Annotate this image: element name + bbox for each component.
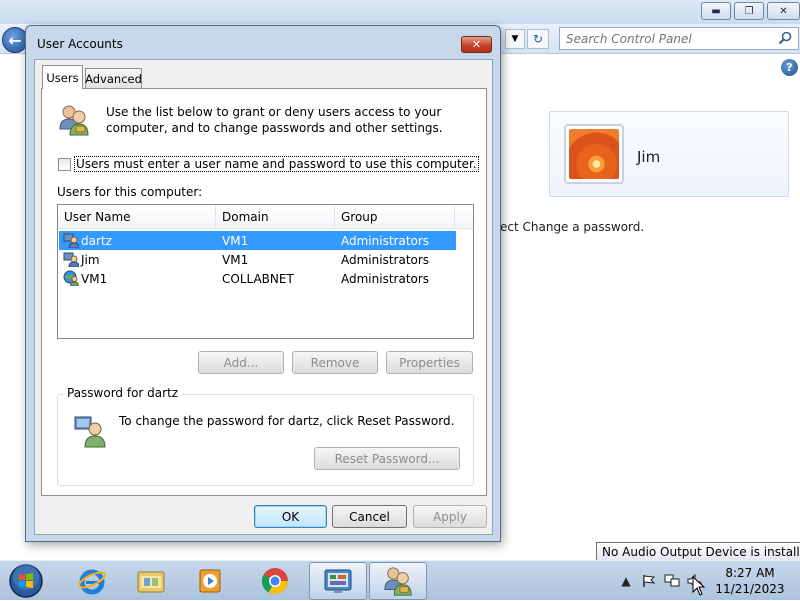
column-header-group[interactable]: Group xyxy=(335,205,455,229)
action-center-flag-icon[interactable] xyxy=(641,573,657,589)
search-box[interactable] xyxy=(559,27,799,50)
user-icon xyxy=(63,252,79,267)
column-header-domain[interactable]: Domain xyxy=(216,205,335,229)
users-icon xyxy=(59,105,89,136)
search-icon[interactable] xyxy=(778,31,792,45)
domain-cell: COLLABNET xyxy=(222,271,294,286)
back-arrow-icon: ← xyxy=(8,30,22,50)
change-password-hint: ect Change a password. xyxy=(500,220,645,234)
domain-user-icon xyxy=(63,270,79,286)
users-tab-panel: Use the list below to grant or deny user… xyxy=(41,88,487,496)
password-group-legend: Password for dartz xyxy=(63,386,183,400)
internet-explorer-icon xyxy=(78,569,106,595)
taskbar-control-panel[interactable] xyxy=(309,562,367,600)
reset-password-button[interactable]: Reset Password... xyxy=(314,447,460,470)
refresh-button[interactable]: ↻ xyxy=(527,29,549,49)
minimize-button[interactable]: ▬ xyxy=(701,2,731,20)
maximize-button[interactable]: ❐ xyxy=(734,2,764,20)
password-group-text: To change the password for dartz, click … xyxy=(119,414,455,428)
apply-button[interactable]: Apply xyxy=(413,505,487,528)
avatar xyxy=(564,124,624,184)
cancel-button[interactable]: Cancel xyxy=(332,505,407,528)
user-account-card: Jim xyxy=(549,111,789,197)
taskbar: ▲ 8:27 AM 11/21/2023 xyxy=(0,560,800,600)
user-password-icon xyxy=(74,416,106,448)
clock-date: 11/21/2023 xyxy=(715,582,785,596)
dialog-close-button[interactable]: ✕ xyxy=(461,36,492,53)
must-login-row[interactable]: Users must enter a user name and passwor… xyxy=(58,156,479,172)
control-panel-icon xyxy=(324,569,352,593)
add-user-button[interactable]: Add... xyxy=(198,351,284,374)
start-button[interactable] xyxy=(6,563,46,599)
flower-picture-icon xyxy=(569,129,619,179)
table-row[interactable]: Jim VM1 Administrators xyxy=(59,250,456,269)
group-cell: Administrators xyxy=(341,233,430,248)
dialog-body: Users Advanced Use the list below to gra… xyxy=(34,59,493,535)
domain-cell: VM1 xyxy=(222,233,249,248)
remove-user-button[interactable]: Remove xyxy=(292,351,378,374)
user-card-name: Jim xyxy=(637,148,661,166)
clock[interactable]: 8:27 AM 11/21/2023 xyxy=(712,565,788,597)
user-icon xyxy=(63,233,79,248)
taskbar-user-accounts[interactable] xyxy=(369,562,427,600)
folder-icon xyxy=(137,571,165,593)
tab-advanced[interactable]: Advanced xyxy=(85,68,142,89)
clock-time: 8:27 AM xyxy=(725,566,775,580)
taskbar-windows-explorer[interactable] xyxy=(122,562,180,600)
table-row[interactable]: VM1 COLLABNET Administrators xyxy=(59,269,456,288)
taskbar-internet-explorer[interactable] xyxy=(63,562,121,600)
tab-users[interactable]: Users xyxy=(42,65,83,89)
users-table-header: User Name Domain Group xyxy=(58,205,473,229)
mouse-cursor-icon xyxy=(692,576,706,596)
intro-text: Use the list below to grant or deny user… xyxy=(106,105,443,135)
users-list-label: Users for this computer: xyxy=(57,185,203,199)
help-icon[interactable]: ? xyxy=(781,59,798,76)
network-icon[interactable] xyxy=(664,573,680,589)
show-hidden-icons-icon[interactable]: ▲ xyxy=(618,573,634,589)
user-accounts-dialog: User Accounts ✕ Users Advanced Use the l… xyxy=(25,25,501,542)
search-input[interactable] xyxy=(560,28,775,49)
media-player-icon xyxy=(199,569,221,593)
user-name-cell: Jim xyxy=(81,252,100,267)
user-name-cell: VM1 xyxy=(81,271,108,286)
window-close-button[interactable]: ✕ xyxy=(767,2,800,20)
chrome-icon xyxy=(261,568,289,595)
audio-tooltip: No Audio Output Device is installed. xyxy=(596,542,800,561)
users-table[interactable]: User Name Domain Group dartz VM1 Adminis… xyxy=(57,204,474,339)
dialog-title: User Accounts xyxy=(37,37,123,51)
ok-button[interactable]: OK xyxy=(254,505,327,528)
close-icon: ✕ xyxy=(471,38,482,51)
taskbar-chrome[interactable] xyxy=(246,562,304,600)
must-login-checkbox[interactable] xyxy=(58,157,71,171)
domain-cell: VM1 xyxy=(222,252,249,267)
address-dropdown-button[interactable]: ▼ xyxy=(505,29,525,49)
must-login-label[interactable]: Users must enter a user name and passwor… xyxy=(74,156,479,172)
control-panel-titlebar xyxy=(0,0,800,24)
table-row[interactable]: dartz VM1 Administrators xyxy=(59,231,456,250)
group-cell: Administrators xyxy=(341,252,430,267)
column-header-user-name[interactable]: User Name xyxy=(58,205,216,229)
properties-button[interactable]: Properties xyxy=(386,351,473,374)
chevron-down-icon: ▼ xyxy=(511,34,519,44)
user-accounts-icon xyxy=(384,567,412,596)
user-name-cell: dartz xyxy=(81,233,112,248)
taskbar-media-player[interactable] xyxy=(181,562,239,600)
refresh-icon: ↻ xyxy=(532,32,544,46)
group-cell: Administrators xyxy=(341,271,430,286)
password-groupbox: Password for dartz To change the passwor… xyxy=(57,386,474,486)
